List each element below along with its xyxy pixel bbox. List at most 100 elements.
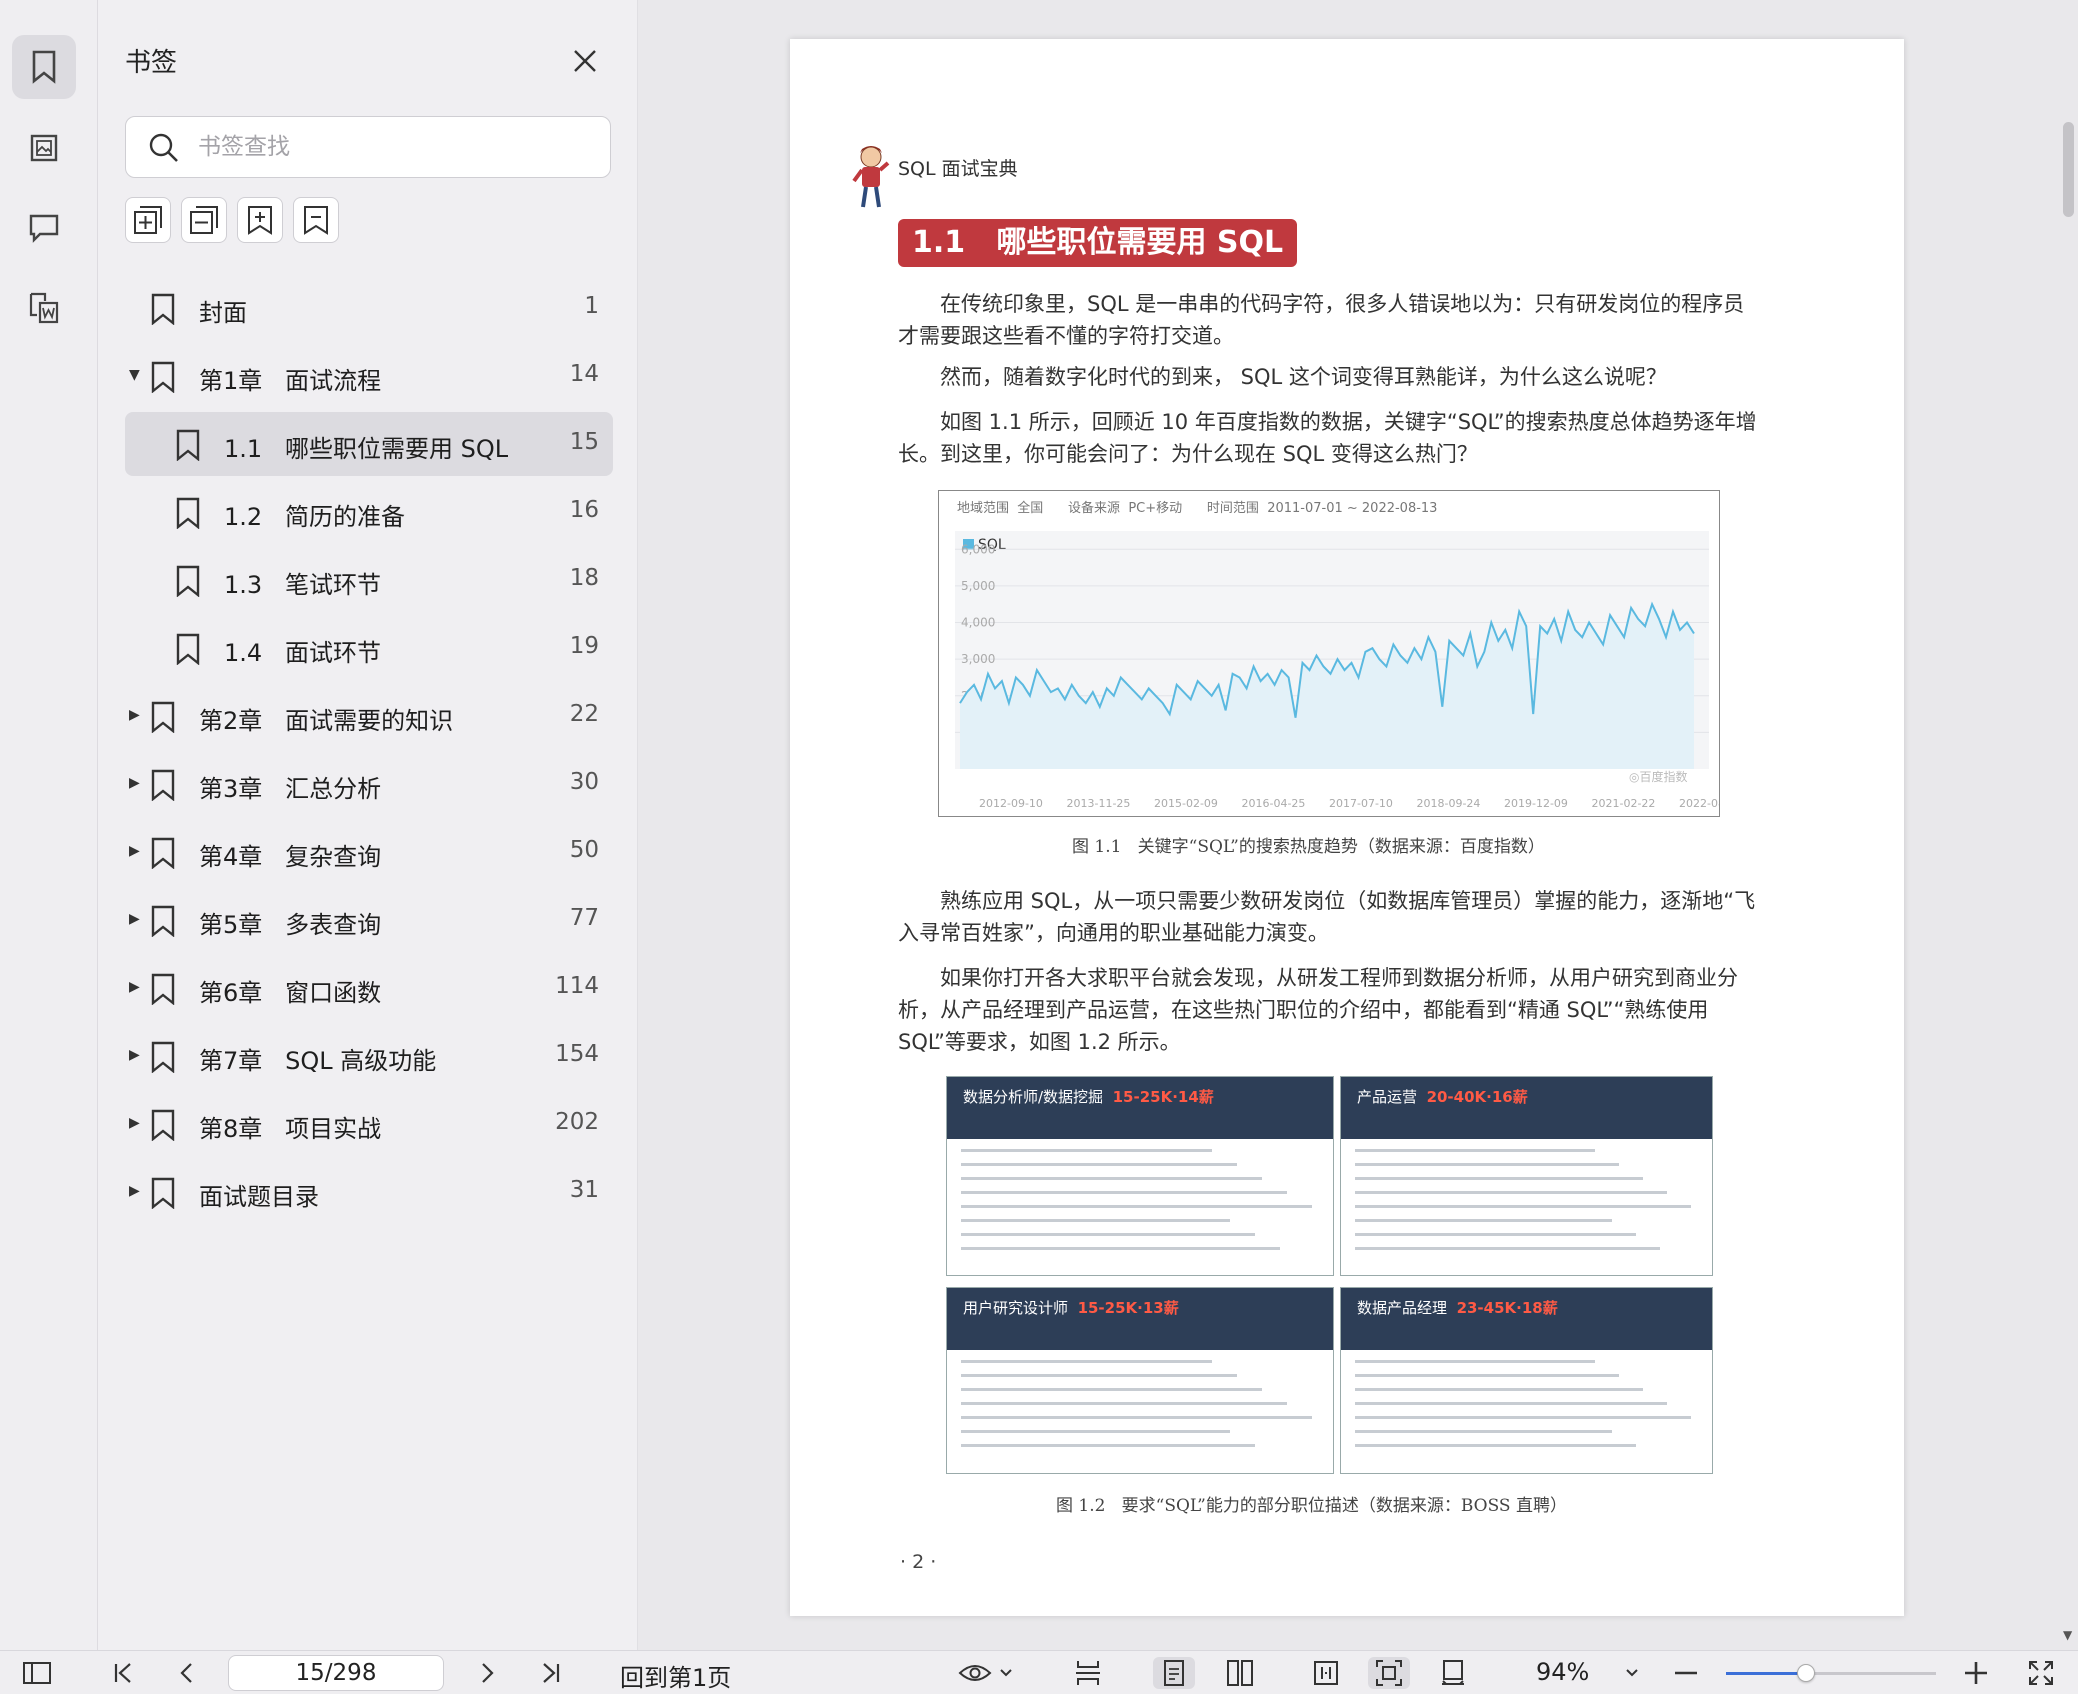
collapse-arrow-icon[interactable]: ▼: [129, 367, 140, 383]
bookmark-page: 22: [569, 701, 599, 727]
bookmark-item[interactable]: 封面 1: [125, 276, 613, 340]
bookmark-page: 15: [569, 429, 599, 455]
bookmark-icon: [32, 50, 56, 84]
bookmark-search-input[interactable]: [198, 127, 588, 167]
bookmark-icon: [149, 293, 177, 331]
expand-arrow-icon[interactable]: ▶: [129, 979, 140, 995]
view-mode-dropdown[interactable]: [956, 1657, 1016, 1689]
bookmark-item[interactable]: 1.4 面试环节 19: [125, 616, 613, 680]
plus-icon: [1965, 1662, 1987, 1684]
bookmark-label: 第4章 复杂查询: [199, 843, 382, 871]
last-page-button[interactable]: [534, 1657, 568, 1689]
minus-icon: [1675, 1671, 1697, 1675]
expand-all-button[interactable]: [125, 197, 171, 243]
bookmark-label: 1.3 笔试环节: [224, 571, 382, 599]
zoom-slider[interactable]: [1726, 1664, 1936, 1682]
expand-arrow-icon[interactable]: ▶: [129, 1183, 140, 1199]
single-page-button[interactable]: [1153, 1657, 1195, 1689]
job-title: 用户研究设计师: [963, 1299, 1069, 1317]
y-tick-label: 5,000: [961, 579, 995, 593]
job-salary: 15-25K·14薪: [1112, 1088, 1214, 1106]
expand-arrow-icon[interactable]: ▶: [129, 843, 140, 859]
zoom-out-button[interactable]: [1670, 1657, 1702, 1689]
paragraph-1: 在传统印象里，SQL 是一串串的代码字符，很多人错误地以为：只有研发岗位的程序员…: [898, 292, 1745, 348]
expand-arrow-icon[interactable]: ▶: [129, 775, 140, 791]
fit-width-button[interactable]: [1306, 1657, 1346, 1689]
continuous-scroll-button[interactable]: [1068, 1657, 1108, 1689]
back-to-first-page-link[interactable]: 回到第1页: [620, 1658, 731, 1693]
toggle-sidebar-button[interactable]: [20, 1657, 54, 1689]
bookmark-page: 50: [569, 837, 599, 863]
y-tick-label: 6,000: [961, 542, 995, 556]
rail-comment-button[interactable]: [12, 196, 76, 260]
bookmark-icon: [174, 565, 202, 603]
bookmark-item[interactable]: 1.1 哪些职位需要用 SQL 15: [125, 412, 613, 476]
bookmark-item[interactable]: ▶ 第6章 窗口函数 114: [125, 956, 613, 1020]
bookmark-icon: [174, 429, 202, 467]
bookmark-item[interactable]: ▼ 第1章 面试流程 14: [125, 344, 613, 408]
running-header: SQL 面试宝典: [898, 158, 1018, 180]
fullscreen-button[interactable]: [2024, 1657, 2058, 1689]
zoom-slider-handle[interactable]: [1796, 1664, 1815, 1682]
bookmark-icon: [174, 633, 202, 671]
two-page-button[interactable]: [1219, 1657, 1261, 1689]
rotate-page-button[interactable]: [1432, 1657, 1474, 1689]
x-tick-label: 2019-12-09: [1504, 797, 1568, 810]
bottom-toolbar: 回到第1页 94%: [0, 1650, 2078, 1694]
job-card: 数据分析师/数据挖掘 15-25K·14薪: [946, 1076, 1334, 1276]
bookmark-item[interactable]: 1.3 笔试环节 18: [125, 548, 613, 612]
previous-page-button[interactable]: [170, 1657, 204, 1689]
eye-icon: [958, 1665, 992, 1681]
rail-bookmark-button[interactable]: [12, 35, 76, 99]
chevron-down-icon: [1626, 1669, 1638, 1677]
panel-title: 书签: [125, 48, 178, 78]
job-card: 数据产品经理 23-45K·18薪: [1340, 1287, 1713, 1474]
document-page: SQL 面试宝典 1.1 哪些职位需要用 SQL 在传统印象里，SQL 是一串串…: [790, 39, 1904, 1616]
first-page-button[interactable]: [106, 1657, 140, 1689]
bookmark-item[interactable]: ▶ 第5章 多表查询 77: [125, 888, 613, 952]
job-salary: 23-45K·18薪: [1456, 1299, 1558, 1317]
bookmark-item[interactable]: 1.2 简历的准备 16: [125, 480, 613, 544]
expand-arrow-icon[interactable]: ▶: [129, 1115, 140, 1131]
rail-convert-button[interactable]: [12, 276, 76, 340]
rail-thumbnail-button[interactable]: [12, 116, 76, 180]
expand-arrow-icon[interactable]: ▶: [129, 911, 140, 927]
chevron-down-icon: [1000, 1669, 1012, 1677]
expand-arrow-icon[interactable]: ▶: [129, 1047, 140, 1063]
vertical-scrollbar[interactable]: [2063, 122, 2074, 217]
bookmark-icon: [149, 1177, 177, 1215]
collapse-all-button[interactable]: [181, 197, 227, 243]
bookmark-label: 第8章 项目实战: [199, 1115, 382, 1143]
bookmark-page: 154: [555, 1041, 599, 1067]
zoom-slider-fill: [1726, 1672, 1806, 1675]
page-number-input[interactable]: [228, 1655, 444, 1691]
figure-1-caption: 图 1.1 关键字“SQL”的搜索热度趋势（数据来源：百度指数）: [1072, 837, 1545, 857]
chevron-right-icon: [482, 1663, 494, 1683]
bookmark-item[interactable]: ▶ 面试题目录 31: [125, 1160, 613, 1224]
zoom-in-button[interactable]: [1960, 1657, 1992, 1689]
bookmark-label: 面试题目录: [199, 1183, 319, 1211]
chart-watermark: ◎百度指数: [1629, 769, 1687, 784]
fit-page-button[interactable]: [1368, 1657, 1410, 1689]
expand-arrow-icon[interactable]: ▶: [129, 707, 140, 723]
close-icon: [574, 50, 596, 72]
close-panel-button[interactable]: [568, 44, 602, 78]
zoom-dropdown[interactable]: [1620, 1657, 1644, 1689]
add-bookmark-button[interactable]: [237, 197, 283, 243]
rotate-page-icon: [1442, 1660, 1464, 1685]
convert-word-icon: [29, 292, 59, 324]
bookmark-item[interactable]: ▶ 第8章 项目实战 202: [125, 1092, 613, 1156]
zoom-level: 94%: [1536, 1658, 1590, 1686]
bookmark-item[interactable]: ▶ 第3章 汇总分析 30: [125, 752, 613, 816]
document-viewport[interactable]: SQL 面试宝典 1.1 哪些职位需要用 SQL 在传统印象里，SQL 是一串串…: [638, 0, 2078, 1650]
last-page-icon: [543, 1663, 560, 1683]
bookmark-item[interactable]: ▶ 第4章 复杂查询 50: [125, 820, 613, 884]
first-page-icon: [114, 1663, 131, 1683]
y-tick-label: 4,000: [961, 616, 995, 630]
scroll-down-arrow[interactable]: ▼: [2063, 1628, 2072, 1642]
bookmark-page: 14: [569, 361, 599, 387]
remove-bookmark-button[interactable]: [293, 197, 339, 243]
bookmark-item[interactable]: ▶ 第7章 SQL 高级功能 154: [125, 1024, 613, 1088]
bookmark-item[interactable]: ▶ 第2章 面试需要的知识 22: [125, 684, 613, 748]
next-page-button[interactable]: [470, 1657, 504, 1689]
